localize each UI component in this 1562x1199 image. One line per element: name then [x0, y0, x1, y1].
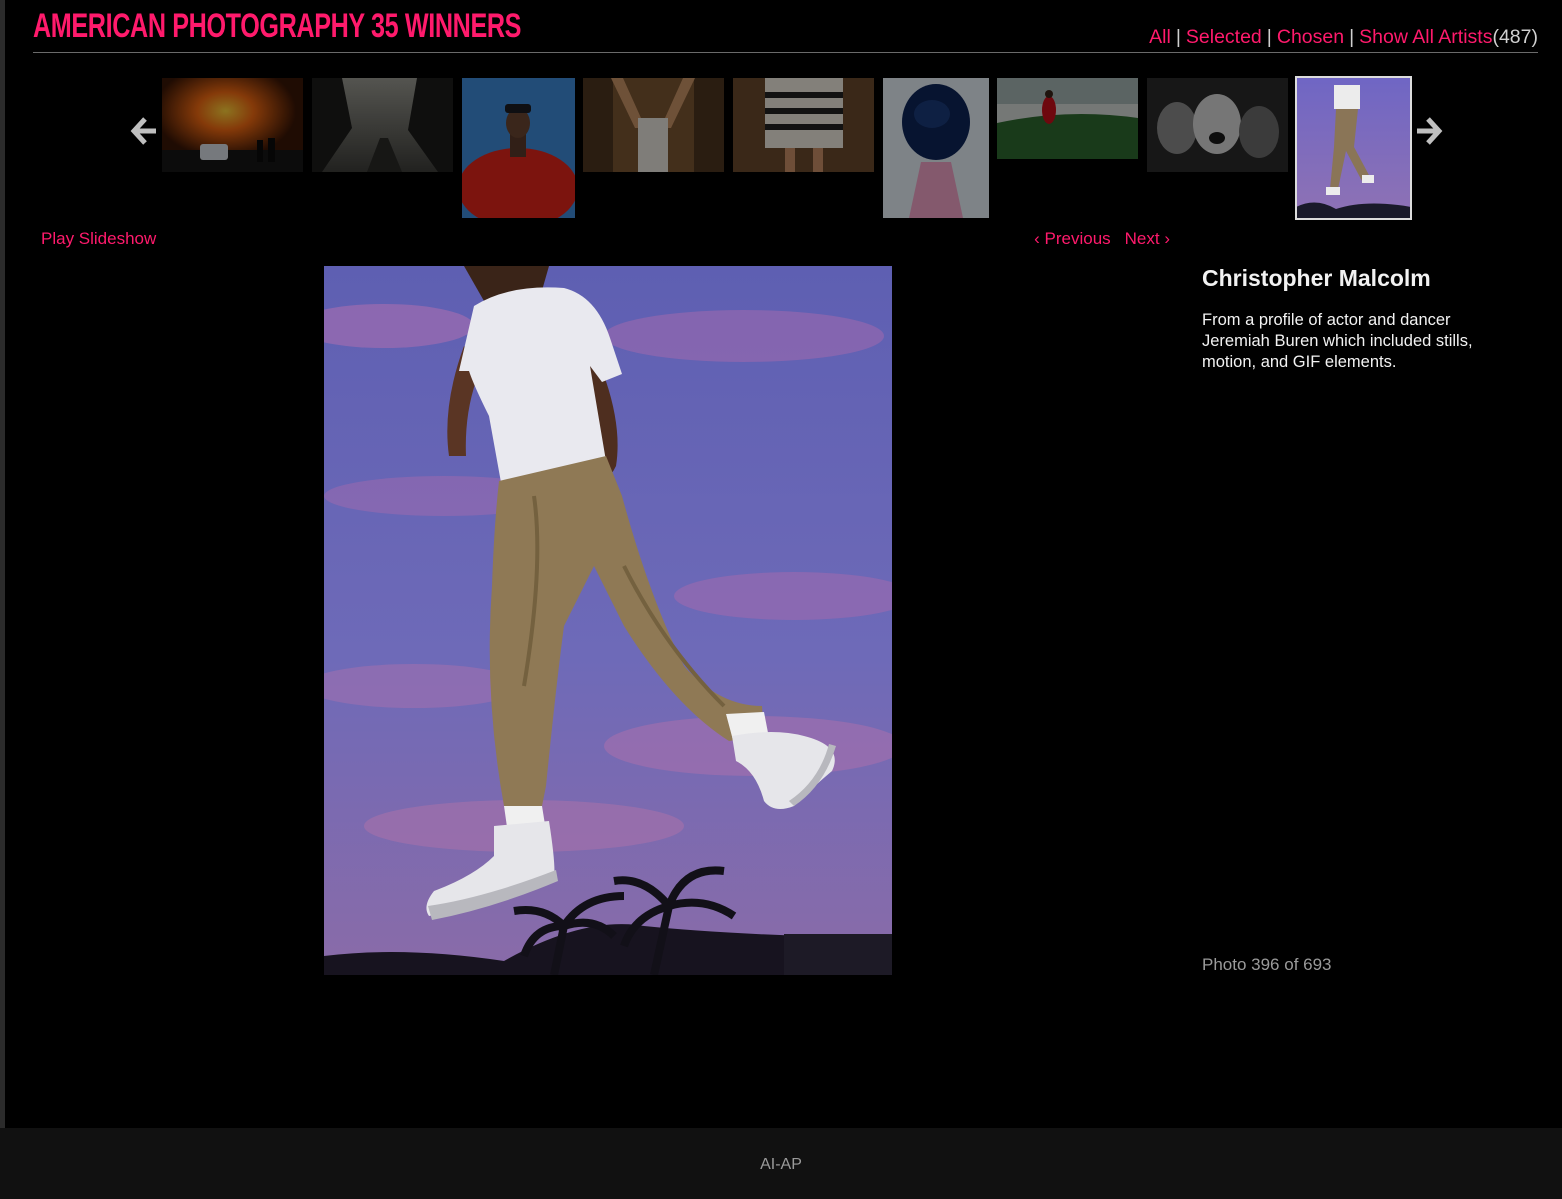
carousel-thumbnail[interactable] [462, 78, 575, 218]
arrow-left-icon [130, 117, 156, 145]
filter-all-link[interactable]: All [1149, 26, 1171, 48]
carousel-thumbnail-active[interactable] [1295, 76, 1412, 220]
filter-nav: All | Selected | Chosen | Show All Artists(487… [1149, 24, 1538, 50]
nav-separator: | [1349, 26, 1355, 48]
photo-caption: From a profile of actor and dancer Jerem… [1202, 311, 1473, 371]
left-edge-strip [0, 0, 5, 1128]
thumbnail-image [997, 78, 1138, 159]
artist-count: (487) [1492, 26, 1538, 48]
previous-photo-link[interactable]: ‹ Previous [1034, 229, 1111, 248]
carousel-thumbnail[interactable] [162, 78, 303, 172]
carousel-thumbnail[interactable] [1147, 78, 1288, 172]
main-photo-image [324, 266, 892, 975]
thumbnail-image [883, 78, 989, 218]
carousel-thumbnail[interactable] [583, 78, 724, 172]
thumbnail-image [312, 78, 453, 172]
site-footer: AI-AP [0, 1128, 1562, 1199]
site-title[interactable]: AMERICAN PHOTOGRAPHY 35 WINNERS [33, 6, 521, 46]
footer-text: AI-AP [760, 1156, 802, 1173]
filter-selected-link[interactable]: Selected [1186, 26, 1262, 48]
artist-name[interactable]: Christopher Malcolm [1202, 265, 1431, 292]
main-photo[interactable] [324, 266, 892, 975]
nav-separator: | [1175, 26, 1181, 48]
carousel-thumbnail[interactable] [733, 78, 874, 172]
nav-separator: | [1266, 26, 1272, 48]
thumbnail-image [462, 78, 575, 218]
thumbnail-image [733, 78, 874, 172]
arrow-right-icon [1417, 117, 1443, 145]
carousel-next-button[interactable] [1414, 114, 1444, 148]
show-all-artists-link[interactable]: Show All Artists [1359, 26, 1492, 48]
carousel-thumbnail[interactable] [883, 78, 989, 218]
thumbnail-image [1296, 77, 1411, 219]
thumbnail-image [162, 78, 303, 172]
thumbnail-image [1147, 78, 1288, 172]
play-slideshow-link[interactable]: Play Slideshow [41, 229, 156, 249]
carousel-prev-button[interactable] [129, 114, 159, 148]
photo-pagination: ‹ Previous Next › [1034, 229, 1170, 249]
site-header: AMERICAN PHOTOGRAPHY 35 WINNERS All | Sele… [33, 0, 1538, 53]
carousel-thumbnail[interactable] [997, 78, 1138, 159]
photo-counter: Photo 396 of 693 [1202, 955, 1332, 974]
next-photo-link[interactable]: Next › [1125, 229, 1170, 248]
filter-chosen-link[interactable]: Chosen [1277, 26, 1344, 48]
carousel-thumbnail[interactable] [312, 78, 453, 172]
thumbnail-image [583, 78, 724, 172]
